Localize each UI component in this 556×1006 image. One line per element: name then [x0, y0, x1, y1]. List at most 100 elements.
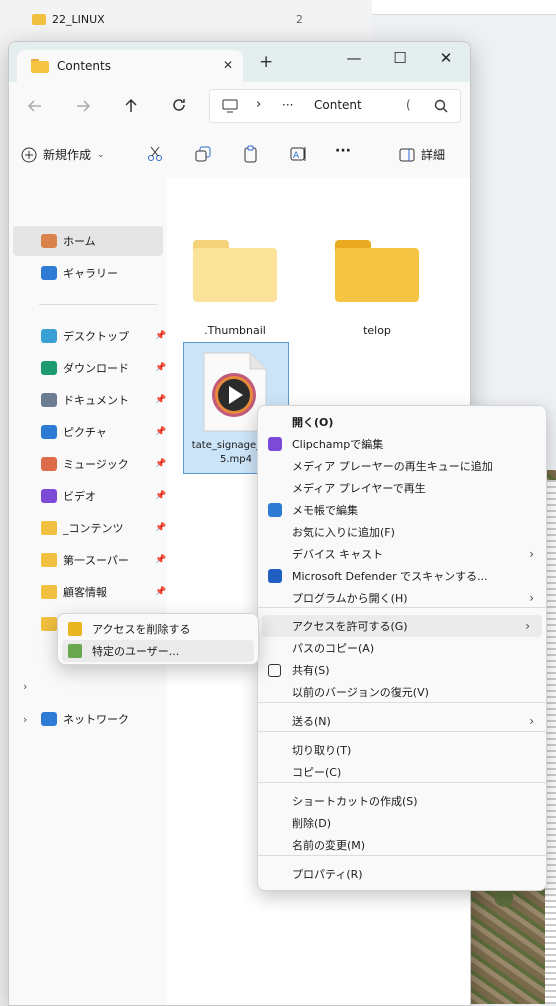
pin-icon[interactable]: 📌 — [155, 395, 166, 405]
sidebar-item-8[interactable]: _コンテンツ 📌 — [13, 513, 166, 543]
defender-icon — [268, 569, 282, 583]
search-icon[interactable] — [434, 99, 448, 113]
home-icon — [41, 234, 57, 248]
folder-telop-label: telop — [363, 324, 391, 337]
pin-icon[interactable]: 📌 — [155, 523, 166, 533]
sidebar-item-1[interactable]: ギャラリー — [13, 258, 163, 288]
context-menu-item-17[interactable]: 削除(D) — [258, 812, 546, 834]
submenu-label: 特定のユーザー... — [92, 645, 180, 658]
pin-icon[interactable]: 📌 — [155, 555, 166, 565]
context-menu-item-0[interactable]: 開く(O) — [258, 411, 546, 433]
chevron-right-icon: › — [529, 591, 534, 605]
sidebar-item-6[interactable]: ミュージック 📌 — [13, 449, 166, 479]
sidebar-item-5[interactable]: ピクチャ 📌 — [13, 417, 166, 447]
pin-icon[interactable]: 📌 — [155, 363, 166, 373]
new-button[interactable]: 新規作成 ⌄ — [21, 146, 105, 163]
context-menu-item-18[interactable]: 名前の変更(M) — [258, 834, 546, 856]
tab-contents[interactable]: Contents ✕ — [17, 50, 243, 82]
folder-icon — [193, 240, 277, 302]
folder-telop[interactable] — [335, 240, 419, 306]
rename-icon[interactable]: A — [290, 146, 308, 162]
context-menu-item-15[interactable]: コピー(C) — [258, 761, 546, 783]
refresh-icon[interactable] — [171, 97, 187, 113]
context-menu-item-12[interactable]: 以前のバージョンの復元(V) — [258, 681, 546, 703]
context-menu-item-8[interactable]: プログラムから開く(H) › — [258, 587, 546, 609]
expand-chevron-icon[interactable]: › — [23, 680, 27, 693]
folder-icon — [41, 585, 57, 599]
expand-chevron-icon[interactable]: › — [23, 713, 27, 726]
context-menu-item-14[interactable]: 切り取り(T) — [258, 739, 546, 761]
context-menu-label: デバイス キャスト — [292, 548, 384, 561]
submenu-label: アクセスを削除する — [92, 623, 191, 636]
new-tab-button[interactable]: + — [259, 52, 273, 72]
maximize-icon: ☐ — [393, 49, 407, 67]
bg-folder-row[interactable]: 22_LINUX 2 — [32, 9, 303, 29]
context-menu-label: Microsoft Defender でスキャンする... — [292, 570, 488, 583]
document-icon — [41, 393, 57, 407]
sidebar-item-3[interactable]: ダウンロード 📌 — [13, 353, 166, 383]
folder-icon — [41, 521, 57, 535]
clipchamp-icon — [268, 437, 282, 451]
context-menu-item-16[interactable]: ショートカットの作成(S) — [258, 790, 546, 812]
submenu-item-1[interactable]: 特定のユーザー... — [62, 640, 254, 662]
details-label: 詳細 — [421, 148, 446, 162]
up-icon[interactable] — [123, 97, 139, 113]
sidebar-item-4[interactable]: ドキュメント 📌 — [13, 385, 166, 415]
folder-thumbnail-label: .Thumbnail — [204, 324, 266, 337]
context-menu-item-13[interactable]: 送る(N) › — [258, 710, 546, 732]
context-menu-item-9[interactable]: アクセスを許可する(G) › — [262, 615, 542, 637]
new-label: 新規作成 — [43, 148, 92, 162]
context-menu-label: 開く(O) — [292, 416, 334, 429]
sidebar-item-12[interactable]: ネットワーク › — [13, 704, 163, 734]
navigation-bar: › ··· Content ( — [9, 82, 470, 130]
music-icon — [41, 457, 57, 471]
pin-icon[interactable]: 📌 — [155, 491, 166, 501]
tab-close-icon[interactable]: ✕ — [223, 58, 233, 72]
context-menu-item-3[interactable]: メディア プレイヤーで再生 — [258, 477, 546, 499]
context-menu-item-4[interactable]: メモ帳で編集 — [258, 499, 546, 521]
context-menu-item-10[interactable]: パスのコピー(A) — [258, 637, 546, 659]
sidebar-item-7[interactable]: ビデオ 📌 — [13, 481, 166, 511]
desktop-icon — [41, 329, 57, 343]
minimize-button[interactable]: — — [331, 42, 377, 74]
pictures-icon — [41, 425, 57, 439]
sidebar-item-2[interactable]: デスクトップ 📌 — [13, 321, 166, 351]
copy-icon[interactable] — [195, 146, 211, 162]
tab-title: Contents — [57, 59, 111, 73]
pin-icon[interactable]: 📌 — [155, 587, 166, 597]
context-menu-item-7[interactable]: Microsoft Defender でスキャンする... — [258, 565, 546, 587]
sidebar-item-label: ホーム — [63, 235, 96, 248]
back-icon[interactable] — [27, 98, 43, 114]
context-menu-item-2[interactable]: メディア プレーヤーの再生キューに追加 — [258, 455, 546, 477]
context-menu-label: 削除(D) — [292, 817, 332, 830]
sidebar-item-0[interactable]: ホーム — [13, 226, 163, 256]
navigation-pane: ホームギャラリーデスクトップ 📌 ダウンロード 📌 ドキュメント 📌 ピクチャ 📌 ミュージック… — [9, 178, 168, 1005]
folder-thumbnail[interactable] — [193, 240, 277, 306]
details-pane-icon — [399, 148, 415, 161]
maximize-button[interactable]: ☐ — [377, 42, 423, 74]
sidebar-item-9[interactable]: 第一スーパー 📌 — [13, 545, 166, 575]
forward-icon[interactable] — [75, 98, 91, 114]
pin-icon[interactable]: 📌 — [155, 459, 166, 469]
paste-icon[interactable] — [243, 145, 259, 163]
chevron-right-icon: › — [256, 97, 262, 112]
pin-icon[interactable]: 📌 — [155, 331, 166, 341]
context-menu-item-5[interactable]: お気に入りに追加(F) — [258, 521, 546, 543]
context-menu-item-11[interactable]: 共有(S) — [258, 659, 546, 681]
pin-icon[interactable]: 📌 — [155, 427, 166, 437]
submenu-item-0[interactable]: アクセスを削除する — [58, 618, 258, 640]
context-menu-item-19[interactable]: プロパティ(R) — [258, 863, 546, 885]
more-options-button[interactable]: ··· — [335, 143, 351, 159]
details-button[interactable]: 詳細 — [399, 146, 445, 163]
context-menu-item-1[interactable]: Clipchampで編集 — [258, 433, 546, 455]
sidebar-item-10[interactable]: 顧客情報 📌 — [13, 577, 166, 607]
context-menu-item-6[interactable]: デバイス キャスト › — [258, 543, 546, 565]
context-menu-label: メディア プレーヤーの再生キューに追加 — [292, 460, 493, 473]
address-ellipsis[interactable]: ··· — [282, 98, 293, 112]
address-crumb[interactable]: Content — [314, 98, 362, 112]
cut-icon[interactable] — [147, 146, 163, 162]
folder-icon — [41, 553, 57, 567]
share-icon — [268, 663, 281, 677]
address-bar[interactable]: › ··· Content ( — [209, 89, 461, 123]
close-button[interactable]: ✕ — [423, 42, 469, 74]
